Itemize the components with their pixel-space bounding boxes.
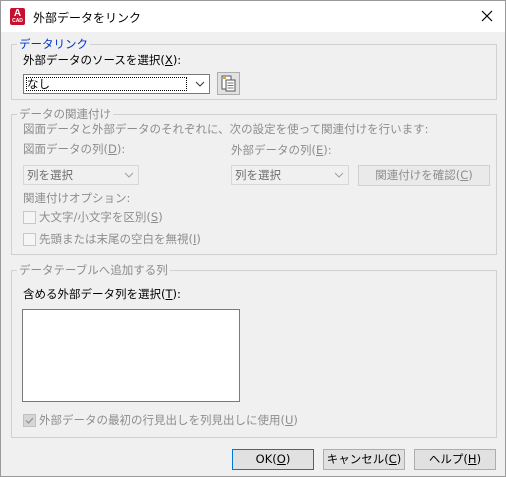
cancel-button[interactable]: キャンセル(C) — [323, 449, 405, 470]
ignore-whitespace-checkbox[interactable] — [23, 233, 36, 246]
link-external-data-dialog: A CAD 外部データをリンク データリンク 外部データのソースを選択(X): … — [0, 0, 506, 477]
data-link-manager-button[interactable] — [217, 72, 240, 95]
source-value: なし — [27, 77, 50, 91]
close-icon — [481, 10, 493, 22]
drawing-column-value: 列を選択 — [27, 168, 73, 182]
include-columns-label: 含める外部データ列を選択(T): — [23, 287, 181, 301]
focus-rect — [26, 77, 187, 91]
title-bar: A CAD 外部データをリンク — [1, 1, 505, 32]
case-sensitive-checkbox[interactable] — [23, 211, 36, 224]
data-link-legend: データリンク — [17, 37, 90, 51]
drawing-column-label: 図面データの列(D): — [23, 142, 126, 156]
data-mapping-legend: データの関連付け — [17, 107, 113, 121]
external-column-value: 列を選択 — [235, 168, 281, 182]
columns-legend: データテーブルへ追加する列 — [17, 263, 170, 277]
chevron-down-icon — [124, 172, 134, 178]
close-button[interactable] — [474, 4, 500, 28]
autocad-app-icon: A CAD — [10, 8, 25, 25]
ignore-whitespace-label: 先頭または末尾の空白を無視(I) — [39, 232, 201, 246]
drawing-column-combobox[interactable]: 列を選択 — [23, 165, 139, 185]
use-header-row-checkbox[interactable] — [23, 414, 36, 427]
case-sensitive-label: 大文字/小文字を区別(S) — [39, 210, 163, 224]
window-title: 外部データをリンク — [33, 11, 142, 25]
external-column-combobox[interactable]: 列を選択 — [231, 165, 349, 185]
data-link-manager-icon — [221, 75, 236, 92]
ok-button[interactable]: OK(O) — [232, 449, 314, 470]
use-header-row-label: 外部データの最初の行見出しを列見出しに使用(U) — [39, 413, 298, 427]
help-button[interactable]: ヘルプ(H) — [414, 449, 496, 470]
verify-link-button[interactable]: 関連付けを確認(C) — [358, 165, 490, 186]
source-combobox[interactable]: なし — [23, 74, 210, 94]
mapping-description: 図面データと外部データのそれぞれに、次の設定を使って関連付けを行います: — [23, 122, 429, 136]
columns-listbox[interactable] — [22, 309, 240, 402]
checkmark-icon — [25, 417, 34, 425]
source-label: 外部データのソースを選択(X): — [23, 53, 182, 67]
chevron-down-icon — [334, 172, 344, 178]
external-column-label: 外部データの列(E): — [231, 143, 332, 157]
link-options-label: 関連付けオプション: — [23, 191, 131, 205]
chevron-down-icon — [195, 81, 205, 87]
app-icon-sub: CAD — [12, 18, 23, 24]
